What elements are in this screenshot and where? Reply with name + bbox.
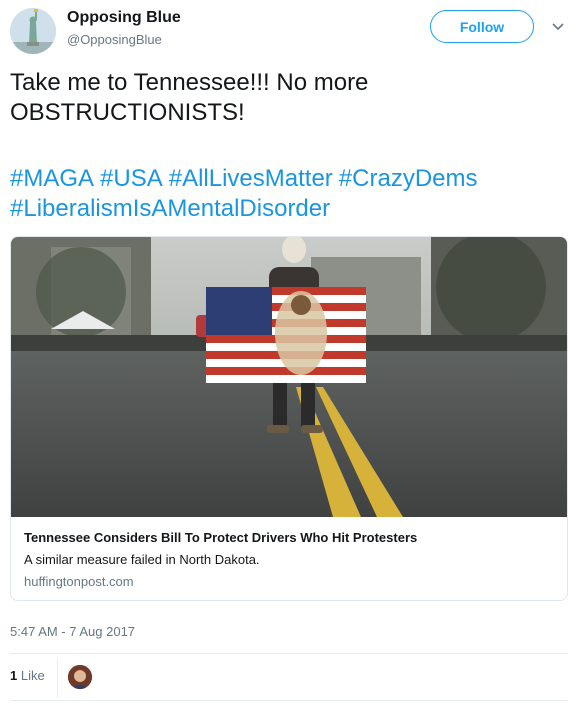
tweet-text-line-1: Take me to Tennessee!!! No more	[10, 69, 369, 96]
hashtag-link[interactable]: #USA	[100, 165, 163, 192]
link-card[interactable]: Tennessee Considers Bill To Protect Driv…	[10, 236, 568, 601]
card-description: A similar measure failed in North Dakota…	[24, 552, 260, 567]
tweet-text: Take me to Tennessee!!! No more OBSTRUCT…	[10, 68, 575, 128]
hashtag-link[interactable]: #CrazyDems	[339, 165, 478, 192]
tweet-timestamp[interactable]: 5:47 AM - 7 Aug 2017	[10, 624, 135, 639]
tweet-text-line-2: OBSTRUCTIONISTS!	[10, 99, 245, 126]
statue-of-liberty-icon	[10, 8, 56, 54]
hashtag-link[interactable]: #AllLivesMatter	[169, 165, 333, 192]
card-domain: huffingtonpost.com	[24, 574, 134, 589]
hashtag-link[interactable]: #MAGA	[10, 165, 94, 192]
user-avatar[interactable]	[10, 8, 56, 54]
chevron-down-icon[interactable]	[551, 20, 565, 34]
card-image[interactable]	[11, 237, 567, 517]
hashtag-link[interactable]: #LiberalismIsAMentalDisorder	[10, 195, 330, 222]
likes-count[interactable]: 1 Like	[10, 668, 45, 683]
card-title[interactable]: Tennessee Considers Bill To Protect Driv…	[24, 530, 417, 545]
likes-label: Like	[20, 668, 45, 683]
user-handle[interactable]: @OpposingBlue	[67, 32, 162, 47]
likes-number: 1	[10, 668, 18, 683]
stats-separator	[57, 658, 58, 698]
liker-avatar[interactable]	[68, 665, 92, 689]
divider	[10, 653, 568, 654]
user-display-name[interactable]: Opposing Blue	[67, 9, 181, 27]
liker-avatar-icon	[68, 665, 92, 689]
hashtag-list: #MAGA #USA #AllLivesMatter #CrazyDems #Libe…	[10, 164, 575, 224]
follow-button[interactable]: Follow	[430, 10, 534, 43]
divider	[10, 700, 568, 701]
